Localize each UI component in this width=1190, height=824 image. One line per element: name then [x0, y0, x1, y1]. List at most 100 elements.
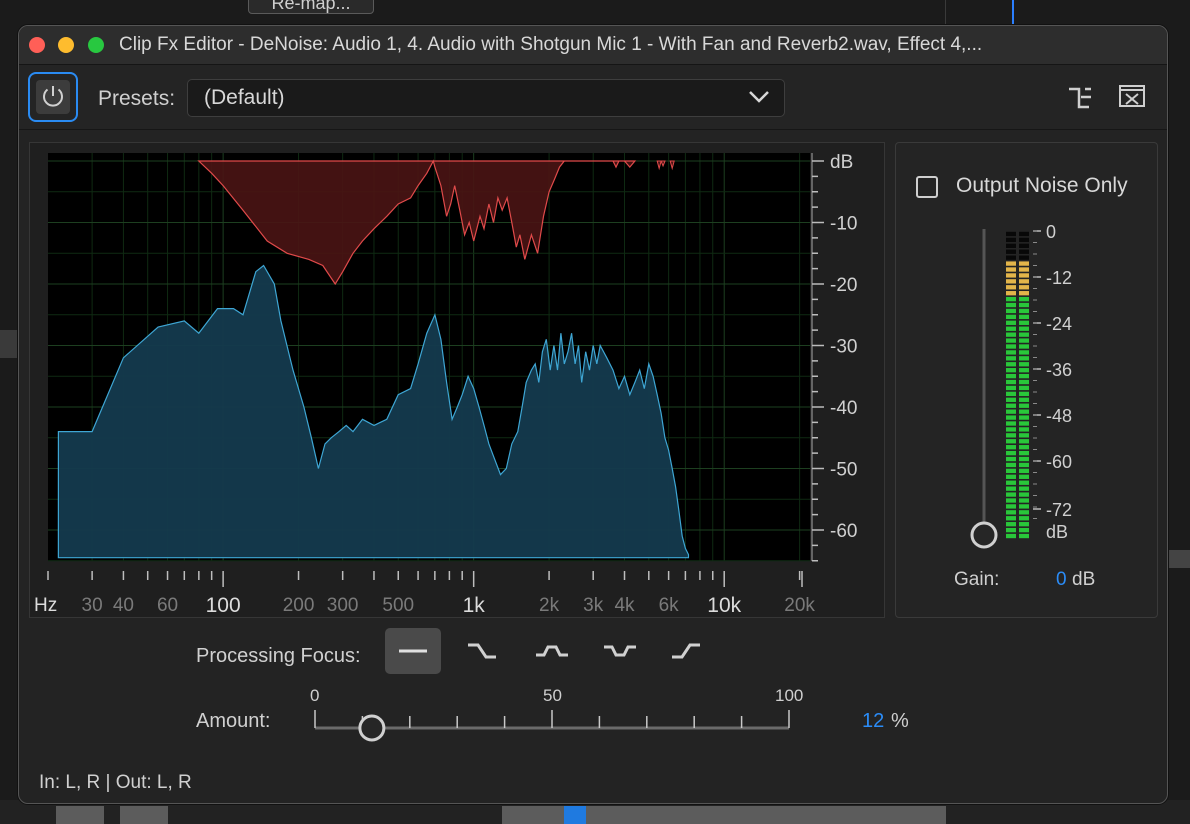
output-panel: Output Noise Only 0 -12 -24 -36 -48 -60 -72 dB …	[895, 142, 1158, 618]
meter-segment	[1019, 527, 1029, 533]
meter-segment	[1019, 249, 1029, 254]
meter-segment	[1019, 433, 1029, 438]
freq-label-major: 1k	[463, 594, 486, 617]
freq-label-minor: 6k	[659, 595, 680, 616]
remap-button[interactable]: Re-map...	[248, 0, 374, 14]
meter-segment	[1019, 285, 1029, 290]
meter-segment	[1019, 409, 1029, 414]
meter-segment	[1019, 350, 1029, 355]
presets-selected-value: (Default)	[204, 86, 285, 109]
freq-label-minor: 30	[82, 595, 103, 616]
meter-segment	[1019, 237, 1029, 243]
amount-slider[interactable]	[299, 696, 799, 746]
gain-unit: dB	[1072, 569, 1096, 590]
meter-segment	[1006, 296, 1016, 302]
meter-segment	[1006, 332, 1016, 337]
focus-mid-button[interactable]	[522, 628, 578, 674]
freq-label-minor: 60	[157, 595, 178, 616]
db-label: -10	[830, 214, 857, 235]
meter-segment	[1019, 308, 1029, 314]
meter-segment	[1006, 492, 1016, 497]
db-label: dB	[830, 152, 853, 173]
high-focus-icon	[672, 643, 700, 659]
gain-label: Gain:	[954, 569, 1000, 590]
meter-segment	[1019, 344, 1029, 349]
freq-label-minor: 300	[327, 595, 359, 616]
meter-segment	[1006, 462, 1016, 468]
toolbar: Presets: (Default)	[19, 65, 1167, 130]
meter-segment	[1006, 255, 1016, 260]
meter-segment	[1019, 415, 1029, 420]
focus-notch-button[interactable]	[590, 628, 646, 674]
presets-dropdown[interactable]: (Default)	[187, 79, 785, 117]
meter-segment	[1006, 421, 1016, 426]
meter-segment	[1019, 332, 1029, 337]
meter-segment	[1019, 373, 1029, 379]
meter-segment	[1006, 314, 1016, 320]
spectrum-svg: dB -10 -20 -30 -40 -50 -60 30 40 60 200 300 500 2k 3k 4…	[34, 152, 857, 617]
mid-focus-icon	[536, 645, 568, 657]
meter-segment	[1006, 510, 1016, 515]
freq-label-minor: 4k	[614, 595, 635, 616]
gain-value[interactable]: 0	[1056, 569, 1067, 591]
meter-segment	[1019, 533, 1029, 539]
meter-segment	[1006, 527, 1016, 533]
meter-segment	[1019, 338, 1029, 343]
meter-segment	[1006, 480, 1016, 485]
meter-segment	[1006, 368, 1016, 373]
meter-segment	[1019, 231, 1029, 237]
minimize-window-button[interactable]	[58, 37, 74, 53]
meter-segment	[1006, 344, 1016, 349]
meter-segment	[1019, 421, 1029, 426]
bypass-power-button[interactable]	[28, 72, 78, 122]
window-title: Clip Fx Editor - DeNoise: Audio 1, 4. Au…	[119, 34, 983, 55]
meter-segment	[1006, 243, 1016, 248]
meter-label: -24	[1046, 314, 1072, 334]
meter-segment	[1019, 320, 1029, 325]
meter-label: -12	[1046, 268, 1072, 288]
meter-segment	[1006, 237, 1016, 243]
focus-flat-button[interactable]	[385, 628, 441, 674]
freq-label-minor: 3k	[583, 595, 604, 616]
freq-label-major: 100	[206, 594, 241, 617]
meter-segment	[1019, 427, 1029, 432]
meter-segment	[1006, 415, 1016, 420]
amount-unit: %	[891, 710, 909, 732]
level-meter: 0 -12 -24 -36 -48 -60 -72dB	[970, 222, 1072, 549]
background-clip	[56, 806, 104, 824]
meter-label: 0	[1046, 222, 1056, 242]
meter-segment	[1006, 320, 1016, 325]
meter-segment	[1019, 474, 1029, 479]
amount-label: Amount:	[196, 710, 271, 732]
amount-value[interactable]: 12	[862, 710, 884, 733]
freq-label-major: 10k	[707, 594, 741, 617]
meter-segment	[1006, 533, 1016, 539]
meter-segment	[1019, 379, 1029, 385]
meter-segment	[1006, 391, 1016, 397]
routing-icon[interactable]	[1067, 85, 1095, 111]
title-bar[interactable]: Clip Fx Editor - DeNoise: Audio 1, 4. Au…	[19, 26, 1167, 65]
freq-label-minor: 500	[382, 595, 414, 616]
power-icon	[43, 86, 63, 107]
meter-segment	[1006, 261, 1016, 266]
focus-high-button[interactable]	[658, 628, 714, 674]
spectrum-graph[interactable]: dB -10 -20 -30 -40 -50 -60 30 40 60 200 300 500 2k 3k 4…	[29, 142, 885, 618]
meter-segment	[1019, 368, 1029, 373]
meter-label: dB	[1046, 522, 1068, 542]
close-window-button[interactable]	[29, 37, 45, 53]
meter-segment	[1006, 291, 1016, 296]
meter-segment	[1019, 243, 1029, 248]
meter-segment	[1019, 450, 1029, 456]
meter-segment	[1019, 356, 1029, 361]
processing-focus-label: Processing Focus:	[196, 645, 361, 667]
meter-segment	[1006, 279, 1016, 284]
db-label: -60	[830, 521, 857, 542]
db-label: -30	[830, 337, 857, 358]
meter-segment	[1006, 403, 1016, 408]
focus-low-button[interactable]	[454, 628, 510, 674]
zoom-window-button[interactable]	[88, 37, 104, 53]
close-panel-icon[interactable]	[1119, 85, 1145, 107]
meter-segment	[1006, 409, 1016, 414]
meter-segment	[1006, 427, 1016, 432]
meter-segment	[1019, 510, 1029, 515]
